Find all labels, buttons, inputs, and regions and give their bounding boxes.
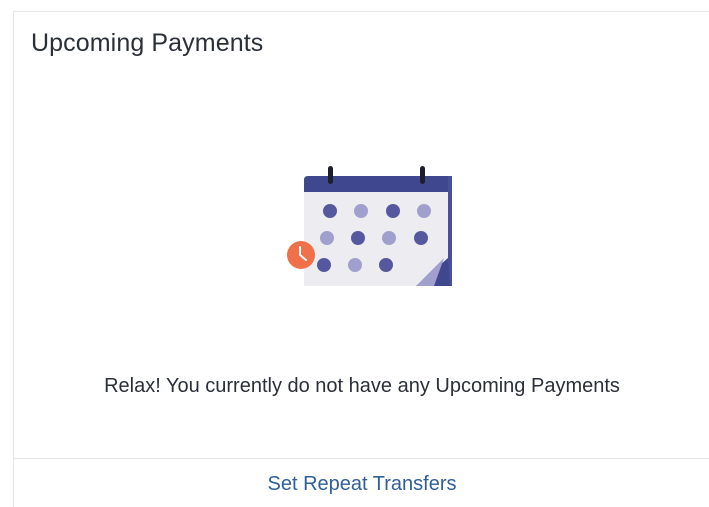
card-title: Upcoming Payments [31,29,264,57]
empty-state-message: Relax! You currently do not have any Upc… [104,375,620,397]
upcoming-payments-card: Upcoming Payments Relax! You currently d [13,11,709,507]
card-footer-divider [14,458,709,459]
calendar-clock-icon [287,166,452,286]
set-repeat-transfers-link[interactable]: Set Repeat Transfers [14,473,709,496]
